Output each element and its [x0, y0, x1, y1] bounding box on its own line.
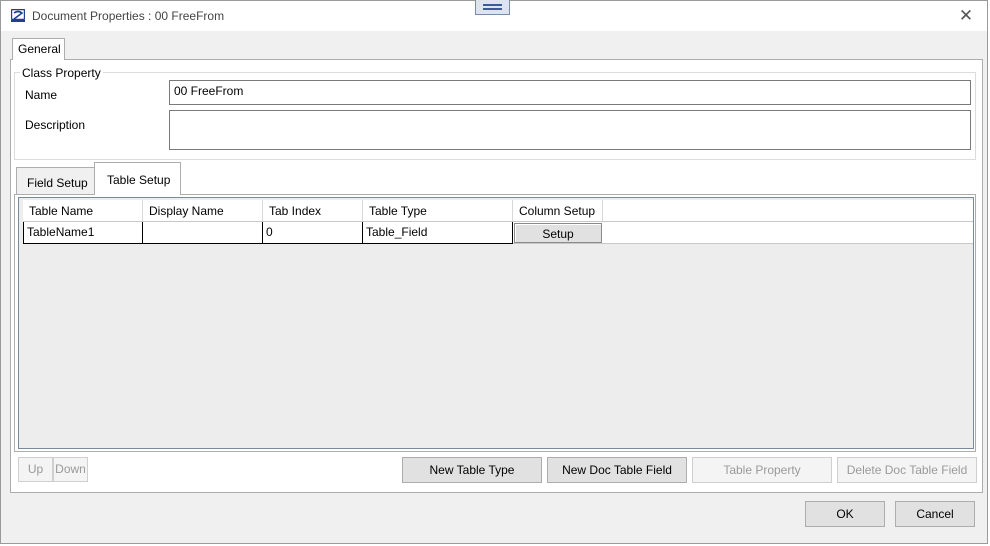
column-header-table-name[interactable]: Table Name: [23, 200, 143, 221]
column-header-table-type[interactable]: Table Type: [363, 200, 513, 221]
column-header-column-setup[interactable]: Column Setup: [513, 200, 603, 221]
description-label: Description: [25, 118, 86, 132]
column-setup-button[interactable]: Setup: [514, 223, 602, 243]
close-icon[interactable]: ✕: [955, 5, 977, 27]
class-property-legend: Class Property: [20, 66, 103, 80]
new-table-type-button[interactable]: New Table Type: [402, 457, 542, 483]
window-title: Document Properties : 00 FreeFrom: [32, 9, 225, 23]
ok-button[interactable]: OK: [805, 501, 885, 527]
column-header-display-name[interactable]: Display Name: [143, 200, 263, 221]
cell-tab-index[interactable]: 0: [263, 222, 363, 244]
cell-table-name[interactable]: TableName1: [23, 222, 143, 244]
table-header-row: Table Name Display Name Tab Index Table …: [23, 200, 973, 222]
cancel-button[interactable]: Cancel: [895, 501, 975, 527]
tab-general[interactable]: General: [12, 38, 65, 60]
table-row[interactable]: TableName1 0 Table_Field: [23, 222, 973, 244]
app-logo-icon: [11, 9, 25, 22]
up-button[interactable]: Up: [18, 457, 53, 482]
tab-field-setup[interactable]: Field Setup: [16, 167, 95, 194]
tab-table-setup[interactable]: Table Setup: [94, 162, 181, 195]
drag-handle-icon[interactable]: [475, 0, 510, 15]
cell-table-type[interactable]: Table_Field: [363, 222, 513, 244]
name-label: Name: [25, 88, 58, 102]
new-doc-table-field-button[interactable]: New Doc Table Field: [547, 457, 687, 483]
cell-display-name[interactable]: [143, 222, 263, 244]
name-input[interactable]: 00 FreeFrom: [169, 80, 971, 105]
table-property-button[interactable]: Table Property: [692, 457, 832, 483]
down-button[interactable]: Down: [53, 457, 88, 482]
column-header-tab-index[interactable]: Tab Index: [263, 200, 363, 221]
delete-doc-table-field-button[interactable]: Delete Doc Table Field: [837, 457, 977, 483]
description-input[interactable]: [169, 110, 971, 150]
